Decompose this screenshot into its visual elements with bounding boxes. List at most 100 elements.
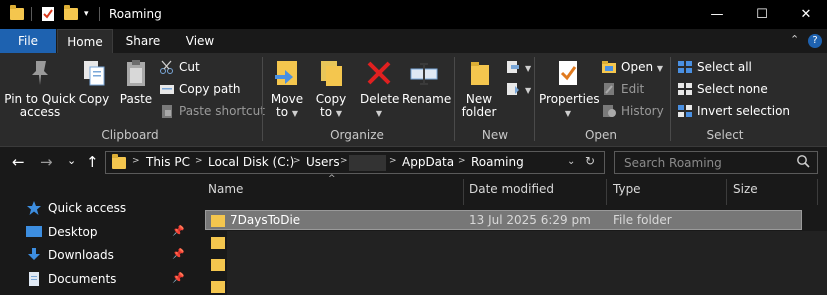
nav-documents-label: Documents [48, 272, 117, 286]
edit-icon [601, 82, 617, 96]
copy-to-line1: Copy [315, 92, 347, 106]
divider [262, 57, 263, 141]
organize-group-label: Organize [330, 128, 384, 142]
copy-to-button[interactable]: Copy to ▼ [312, 57, 350, 120]
breadcrumb-chevron-icon: > [458, 156, 466, 166]
paste-label: Paste [119, 92, 153, 106]
history-label: History [621, 104, 664, 118]
column-header-date-modified[interactable]: Date modified [469, 182, 554, 196]
new-folder-button[interactable]: New folder [458, 57, 500, 119]
invert-selection-icon [677, 104, 693, 118]
tab-view[interactable]: View [175, 29, 225, 53]
breadcrumb-users[interactable]: Users [306, 155, 340, 169]
search-icon [796, 154, 810, 171]
delete-button[interactable]: Delete ▼ [360, 57, 399, 120]
breadcrumb-appdata[interactable]: AppData [402, 155, 454, 169]
chevron-down-icon: ▼ [525, 64, 532, 73]
file-name[interactable]: 7DaysToDie [230, 210, 300, 230]
rename-button[interactable]: Rename [402, 57, 451, 106]
divider [454, 57, 455, 141]
collapse-ribbon-icon[interactable]: ⌃ [790, 33, 799, 46]
minimize-button[interactable]: — [694, 0, 740, 29]
new-folder-line2: folder [461, 105, 497, 119]
chevron-down-icon: ▼ [564, 109, 572, 118]
properties-checklist-icon[interactable] [41, 6, 55, 22]
refresh-icon[interactable]: ↻ [585, 154, 595, 168]
column-header-size[interactable]: Size [733, 182, 758, 196]
chevron-down-icon: ▼ [656, 64, 664, 73]
easy-access-icon [505, 82, 521, 96]
help-icon[interactable]: ? [808, 34, 822, 48]
paste-shortcut-icon [159, 104, 175, 118]
new-item-icon [505, 60, 521, 74]
pin-to-quick-access-button[interactable]: Pin to Quick access [4, 57, 76, 119]
column-header-name[interactable]: Name [208, 182, 243, 196]
paste-button[interactable]: Paste [117, 57, 155, 106]
nav-downloads[interactable]: Downloads [26, 244, 114, 266]
breadcrumb-roaming[interactable]: Roaming [471, 155, 524, 169]
open-group-label: Open [584, 128, 618, 142]
copy-button[interactable]: Copy [77, 57, 111, 106]
forward-arrow-icon[interactable]: → [40, 153, 53, 171]
address-dropdown-icon[interactable]: ⌄ [567, 156, 575, 167]
cut-button[interactable]: Cut [159, 57, 200, 77]
delete-x-icon [363, 57, 395, 89]
select-all-label: Select all [697, 60, 752, 74]
tab-share[interactable]: Share [118, 29, 168, 53]
desktop-icon [26, 224, 42, 238]
recent-locations-icon[interactable]: ⌄ [67, 154, 76, 167]
search-box[interactable]: Search Roaming [614, 151, 818, 174]
history-button[interactable]: History [601, 101, 664, 121]
divider [31, 7, 32, 21]
breadcrumb-chevron-icon: > [195, 156, 203, 166]
redacted-username [349, 155, 386, 171]
maximize-button[interactable]: ☐ [739, 0, 785, 29]
back-arrow-icon[interactable]: ← [12, 153, 25, 171]
breadcrumb-this-pc[interactable]: This PC [146, 155, 190, 169]
folder-icon [211, 281, 225, 293]
select-all-button[interactable]: Select all [677, 57, 752, 77]
column-divider[interactable] [606, 179, 607, 205]
invert-selection-button[interactable]: Invert selection [677, 101, 790, 121]
copy-to-line2: to [319, 105, 333, 119]
new-item-button[interactable]: ▼ [505, 57, 531, 77]
copy-path-button[interactable]: Copy path [159, 79, 241, 99]
select-all-icon [677, 60, 693, 74]
open-button[interactable]: Open ▼ [601, 57, 663, 77]
divider [534, 57, 535, 141]
file-list: ^ Name Date modified Type Size 7DaysToDi… [195, 174, 827, 295]
column-divider[interactable] [817, 179, 818, 205]
ribbon: Pin to Quick access Copy Paste Cut Copy … [0, 53, 827, 147]
select-none-label: Select none [697, 82, 768, 96]
column-divider[interactable] [726, 179, 727, 205]
column-divider[interactable] [463, 179, 464, 205]
select-group-label: Select [706, 128, 744, 142]
breadcrumb-chevron-icon: > [293, 156, 301, 166]
breadcrumb-local-disk[interactable]: Local Disk (C:) [208, 155, 294, 169]
tab-home[interactable]: Home [57, 29, 113, 53]
nav-documents[interactable]: Documents [26, 268, 116, 290]
column-header-type[interactable]: Type [613, 182, 641, 196]
sort-ascending-icon: ^ [328, 174, 336, 184]
customize-toolbar-icon[interactable]: ▾ [84, 9, 89, 25]
nav-desktop-label: Desktop [48, 225, 98, 239]
copy-path-label: Copy path [179, 82, 241, 96]
paste-shortcut-button[interactable]: Paste shortcut [159, 101, 265, 121]
close-button[interactable]: ✕ [783, 0, 827, 29]
folder-icon [211, 237, 225, 249]
edit-button[interactable]: Edit [601, 79, 644, 99]
properties-button[interactable]: Properties ▼ [539, 57, 600, 120]
move-to-button[interactable]: Move to ▼ [268, 57, 306, 120]
open-folder-icon [601, 60, 617, 74]
copy-icon [78, 57, 110, 89]
address-bar[interactable]: > This PC > Local Disk (C:) > Users > > … [105, 151, 605, 174]
nav-desktop[interactable]: Desktop [26, 221, 98, 243]
select-none-button[interactable]: Select none [677, 79, 768, 99]
easy-access-button[interactable]: ▼ [505, 79, 531, 99]
pin-icon: 📌 [172, 249, 185, 260]
nav-quick-access[interactable]: Quick access [26, 197, 126, 219]
pin-label-line1: Pin to Quick [4, 92, 76, 106]
tab-file[interactable]: File [0, 29, 56, 53]
cut-label: Cut [179, 60, 200, 74]
up-arrow-icon[interactable]: ↑ [86, 153, 99, 171]
